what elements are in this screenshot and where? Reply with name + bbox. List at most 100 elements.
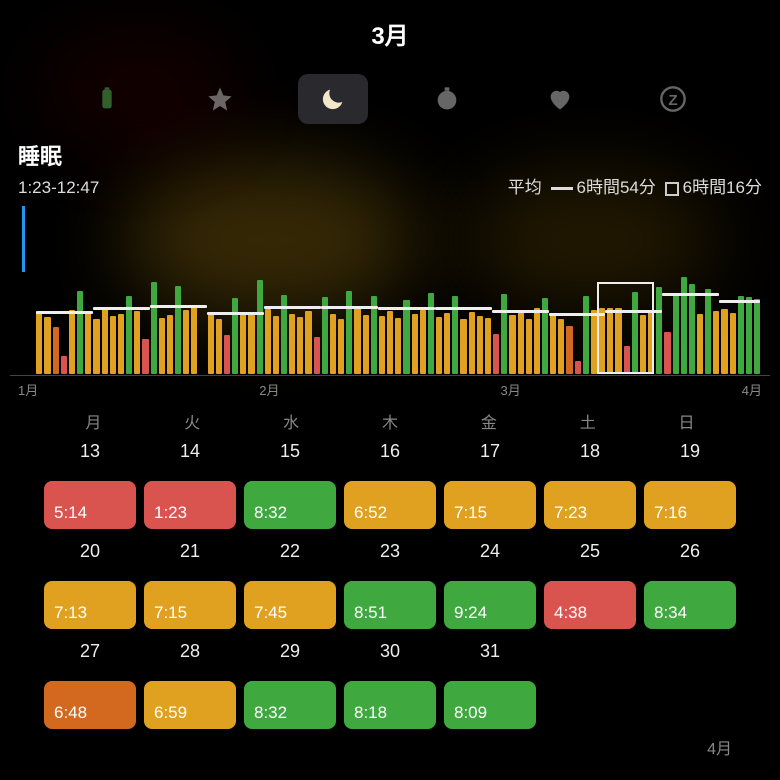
calendar-cell[interactable]: 141:23: [144, 437, 236, 529]
calendar-cell[interactable]: 135:14: [44, 437, 136, 529]
weekday-label: 日: [637, 409, 736, 433]
chart-bar: [53, 327, 59, 374]
calendar-cell[interactable]: [544, 637, 636, 729]
x-tick: 1月: [18, 380, 38, 399]
calendar-cell[interactable]: 238:51: [344, 537, 436, 629]
sleep-block: 7:16: [644, 481, 736, 529]
chart-bar: [305, 311, 311, 374]
chart-bar: [338, 319, 344, 374]
calendar-cell[interactable]: 298:32: [244, 637, 336, 729]
sleep-bar-chart[interactable]: [10, 206, 770, 376]
chart-bar: [216, 319, 222, 374]
tab-heart[interactable]: [525, 74, 595, 124]
chart-bar: [183, 310, 189, 374]
calendar-cell[interactable]: 308:18: [344, 637, 436, 729]
calendar-cell[interactable]: 268:34: [644, 537, 736, 629]
calendar-cell[interactable]: 177:15: [444, 437, 536, 529]
chart-bar: [730, 313, 736, 374]
calendar-cell[interactable]: 207:13: [44, 537, 136, 629]
day-number: 22: [280, 541, 300, 562]
avg-segment: [719, 300, 760, 303]
calendar-cell[interactable]: 166:52: [344, 437, 436, 529]
chart-bar: [550, 314, 556, 374]
chart-bar: [591, 310, 597, 374]
calendar-cell[interactable]: 276:48: [44, 637, 136, 729]
calendar-cell[interactable]: 227:45: [244, 537, 336, 629]
avg-segment: [435, 307, 492, 310]
calendar-cell[interactable]: [644, 637, 736, 729]
chart-bar: [485, 318, 491, 374]
chart-bar: [558, 319, 564, 374]
tab-sleep[interactable]: [298, 74, 368, 124]
day-number: 16: [380, 441, 400, 462]
tab-bar: Z: [50, 69, 730, 129]
day-number: 29: [280, 641, 300, 662]
day-number: 18: [580, 441, 600, 462]
chart-bar: [257, 280, 263, 374]
chart-bar: [240, 314, 246, 374]
sleep-block: 9:24: [444, 581, 536, 629]
chart-bar: [102, 308, 108, 374]
chart-bar: [395, 318, 401, 374]
chart-bar: [705, 289, 711, 374]
day-number: 23: [380, 541, 400, 562]
sleep-block: 4:38: [544, 581, 636, 629]
averages: 平均 6時間54分 6時間16分: [508, 173, 762, 198]
weekday-label: 木: [341, 409, 440, 433]
day-number: 24: [480, 541, 500, 562]
page-title: 3月: [0, 0, 780, 51]
calendar-cell[interactable]: 217:15: [144, 537, 236, 629]
calendar-cell[interactable]: 18 7:23: [544, 437, 636, 529]
sleep-block: 7:13: [44, 581, 136, 629]
calendar-cell[interactable]: 318:09: [444, 637, 536, 729]
chart-bar: [175, 286, 181, 374]
chart-bar: [151, 282, 157, 374]
tab-timer[interactable]: [412, 74, 482, 124]
chart-bar: [346, 291, 352, 374]
day-number: 15: [280, 441, 300, 462]
legend-line-icon: [551, 187, 573, 190]
chart-bar: [738, 296, 744, 374]
sleep-block: 8:09: [444, 681, 536, 729]
x-tick: 4月: [742, 380, 762, 399]
calendar-cell[interactable]: 158:32: [244, 437, 336, 529]
chart-bar: [232, 298, 238, 374]
chart-x-axis: 1月 2月 3月 4月: [18, 380, 762, 399]
x-tick: 3月: [501, 380, 521, 399]
x-tick: 2月: [259, 380, 279, 399]
calendar-cell[interactable]: 197:16: [644, 437, 736, 529]
z-circle-icon: Z: [659, 85, 687, 113]
chart-bar: [460, 319, 466, 374]
chart-bar: [93, 319, 99, 374]
calendar-cell[interactable]: 24 9:24: [444, 537, 536, 629]
chart-bar: [444, 313, 450, 374]
chart-bar: [583, 296, 589, 374]
calendar-cell[interactable]: 254:38: [544, 537, 636, 629]
sleep-block: 7:23: [544, 481, 636, 529]
legend-box-icon: [665, 182, 679, 196]
calendar-grid: 135:14141:23158:32166:52177:15 18 7:23197:…: [44, 437, 736, 729]
chart-bar: [746, 297, 752, 374]
tab-star[interactable]: [185, 74, 255, 124]
chart-bar: [77, 291, 83, 374]
selection-box: [597, 282, 654, 374]
chart-bar: [526, 319, 532, 374]
moon-icon: [319, 85, 347, 113]
day-number: 28: [180, 641, 200, 662]
weekday-label: 金: [439, 409, 538, 433]
chart-bar: [85, 312, 91, 374]
svg-text:Z: Z: [669, 92, 678, 109]
sleep-block: 6:48: [44, 681, 136, 729]
chart-bar: [534, 308, 540, 374]
chart-bar: [224, 335, 230, 374]
tab-battery[interactable]: [72, 74, 142, 124]
chart-bar: [403, 300, 409, 374]
chart-bar: [118, 314, 124, 374]
star-icon: [206, 85, 234, 113]
chart-bar: [134, 311, 140, 374]
sleep-block: 5:14: [44, 481, 136, 529]
weekday-label: 火: [143, 409, 242, 433]
calendar-cell[interactable]: 286:59: [144, 637, 236, 729]
chart-bar: [110, 316, 116, 374]
tab-z[interactable]: Z: [638, 74, 708, 124]
